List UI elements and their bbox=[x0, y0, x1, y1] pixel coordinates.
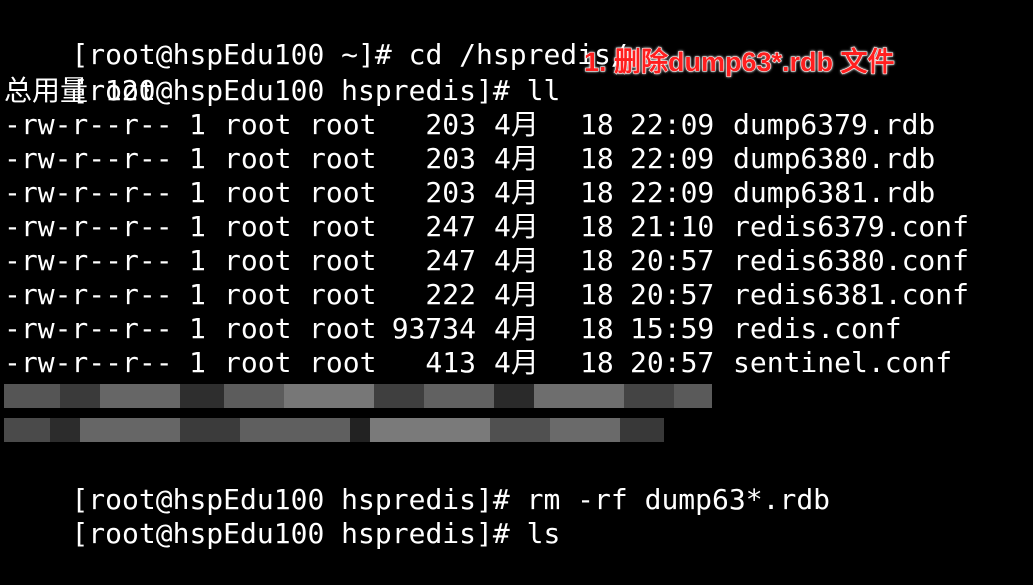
shell-command: ls bbox=[526, 517, 561, 550]
listing-owner: root bbox=[224, 244, 292, 277]
listing-links: 1 bbox=[189, 108, 206, 141]
listing-name: redis6379.conf bbox=[733, 210, 970, 243]
listing-row: -rw-r--r-- 1 root root 203 4月 18 22:09 dump6379.… bbox=[4, 108, 1024, 142]
listing-perms: -rw-r--r-- bbox=[4, 312, 173, 345]
listing-owner: root bbox=[224, 278, 292, 311]
listing-group: root bbox=[309, 176, 377, 209]
listing-group: root bbox=[309, 210, 377, 243]
listing-perms: -rw-r--r-- bbox=[4, 108, 173, 141]
listing-perms: -rw-r--r-- bbox=[4, 142, 173, 175]
listing-month: 4月 bbox=[494, 346, 539, 379]
listing-day: 18 bbox=[580, 176, 614, 209]
listing-month: 4月 bbox=[494, 278, 539, 311]
terminal-window[interactable]: [root@hspEdu100 ~]# cd /hspredis/ [root@… bbox=[4, 0, 1033, 550]
listing-perms: -rw-r--r-- bbox=[4, 176, 173, 209]
listing-perms: -rw-r--r-- bbox=[4, 210, 173, 243]
listing-name: redis6380.conf bbox=[733, 244, 970, 277]
listing-links: 1 bbox=[189, 176, 206, 209]
listing-day: 18 bbox=[580, 346, 614, 379]
listing-day: 18 bbox=[580, 312, 614, 345]
listing-time: 20:57 bbox=[630, 244, 715, 277]
listing-owner: root bbox=[224, 210, 292, 243]
listing-month: 4月 bbox=[494, 142, 539, 175]
listing-time: 22:09 bbox=[630, 176, 715, 209]
listing-owner: root bbox=[224, 176, 292, 209]
listing-links: 1 bbox=[189, 142, 206, 175]
listing-size: 413 bbox=[425, 346, 476, 379]
listing-owner: root bbox=[224, 108, 292, 141]
listing-month: 4月 bbox=[494, 176, 539, 209]
shell-command: rm -rf dump63*.rdb bbox=[526, 483, 831, 516]
listing-time: 21:10 bbox=[630, 210, 715, 243]
listing-day: 18 bbox=[580, 244, 614, 277]
listing-time: 15:59 bbox=[630, 312, 715, 345]
listing-owner: root bbox=[224, 142, 292, 175]
listing-name: dump6380.rdb bbox=[733, 142, 936, 175]
listing-time: 22:09 bbox=[630, 142, 715, 175]
listing-time: 20:57 bbox=[630, 278, 715, 311]
shell-command: ll bbox=[526, 74, 561, 107]
listing-row: -rw-r--r-- 1 root root 247 4月 18 20:57 redis6380… bbox=[4, 244, 1024, 278]
listing-name: sentinel.conf bbox=[733, 346, 953, 379]
listing-size: 203 bbox=[425, 176, 476, 209]
listing-links: 1 bbox=[189, 346, 206, 379]
listing-total: 总用量 120 bbox=[4, 74, 156, 107]
listing-month: 4月 bbox=[494, 108, 539, 141]
terminal-line-cd: [root@hspEdu100 ~]# cd /hspredis/ bbox=[4, 4, 627, 71]
terminal-line-ll: [root@hspEdu100 hspredis]# ll bbox=[4, 40, 560, 107]
listing-month: 4月 bbox=[494, 312, 539, 345]
listing-name: redis.conf bbox=[733, 312, 902, 345]
listing-group: root bbox=[309, 278, 377, 311]
redacted-region-bottom bbox=[4, 418, 664, 442]
shell-prompt: [root@hspEdu100 hspredis]# bbox=[71, 517, 527, 550]
listing-name: redis6381.conf bbox=[733, 278, 970, 311]
listing-day: 18 bbox=[580, 210, 614, 243]
listing-perms: -rw-r--r-- bbox=[4, 346, 173, 379]
listing-name: dump6381.rdb bbox=[733, 176, 936, 209]
listing-owner: root bbox=[224, 312, 292, 345]
listing-group: root bbox=[309, 312, 377, 345]
listing-size: 203 bbox=[425, 108, 476, 141]
listing-row: -rw-r--r-- 1 root root 93734 4月 18 15:59 redis.c… bbox=[4, 312, 1024, 346]
listing-size: 222 bbox=[425, 278, 476, 311]
listing-row: -rw-r--r-- 1 root root 413 4月 18 20:57 sentinel.… bbox=[4, 346, 1024, 380]
listing-size: 247 bbox=[425, 210, 476, 243]
listing-name: dump6379.rdb bbox=[733, 108, 936, 141]
terminal-line-rm: [root@hspEdu100 hspredis]# rm -rf dump63… bbox=[4, 449, 830, 516]
listing-month: 4月 bbox=[494, 244, 539, 277]
listing-links: 1 bbox=[189, 210, 206, 243]
listing-size: 93734 bbox=[391, 312, 476, 345]
listing-size: 203 bbox=[425, 142, 476, 175]
listing-perms: -rw-r--r-- bbox=[4, 244, 173, 277]
listing-row: -rw-r--r-- 1 root root 247 4月 18 21:10 redis6379… bbox=[4, 210, 1024, 244]
terminal-line-ls: [root@hspEdu100 hspredis]# ls bbox=[4, 483, 560, 550]
listing-links: 1 bbox=[189, 278, 206, 311]
listing-group: root bbox=[309, 108, 377, 141]
listing-links: 1 bbox=[189, 244, 206, 277]
listing-day: 18 bbox=[580, 278, 614, 311]
listing-group: root bbox=[309, 244, 377, 277]
listing-time: 20:57 bbox=[630, 346, 715, 379]
listing-day: 18 bbox=[580, 142, 614, 175]
listing-links: 1 bbox=[189, 312, 206, 345]
listing-month: 4月 bbox=[494, 210, 539, 243]
red-annotation-label: 1. 删除dump63*.rdb 文件 bbox=[584, 47, 896, 78]
listing-row: -rw-r--r-- 1 root root 222 4月 18 20:57 redis6381… bbox=[4, 278, 1024, 312]
listing-time: 22:09 bbox=[630, 108, 715, 141]
redacted-region-top bbox=[4, 384, 712, 408]
listing-owner: root bbox=[224, 346, 292, 379]
listing-day: 18 bbox=[580, 108, 614, 141]
listing-size: 247 bbox=[425, 244, 476, 277]
listing-group: root bbox=[309, 346, 377, 379]
listing-row: -rw-r--r-- 1 root root 203 4月 18 22:09 dump6381.… bbox=[4, 176, 1024, 210]
listing-group: root bbox=[309, 142, 377, 175]
listing-row: -rw-r--r-- 1 root root 203 4月 18 22:09 dump6380.… bbox=[4, 142, 1024, 176]
listing-perms: -rw-r--r-- bbox=[4, 278, 173, 311]
